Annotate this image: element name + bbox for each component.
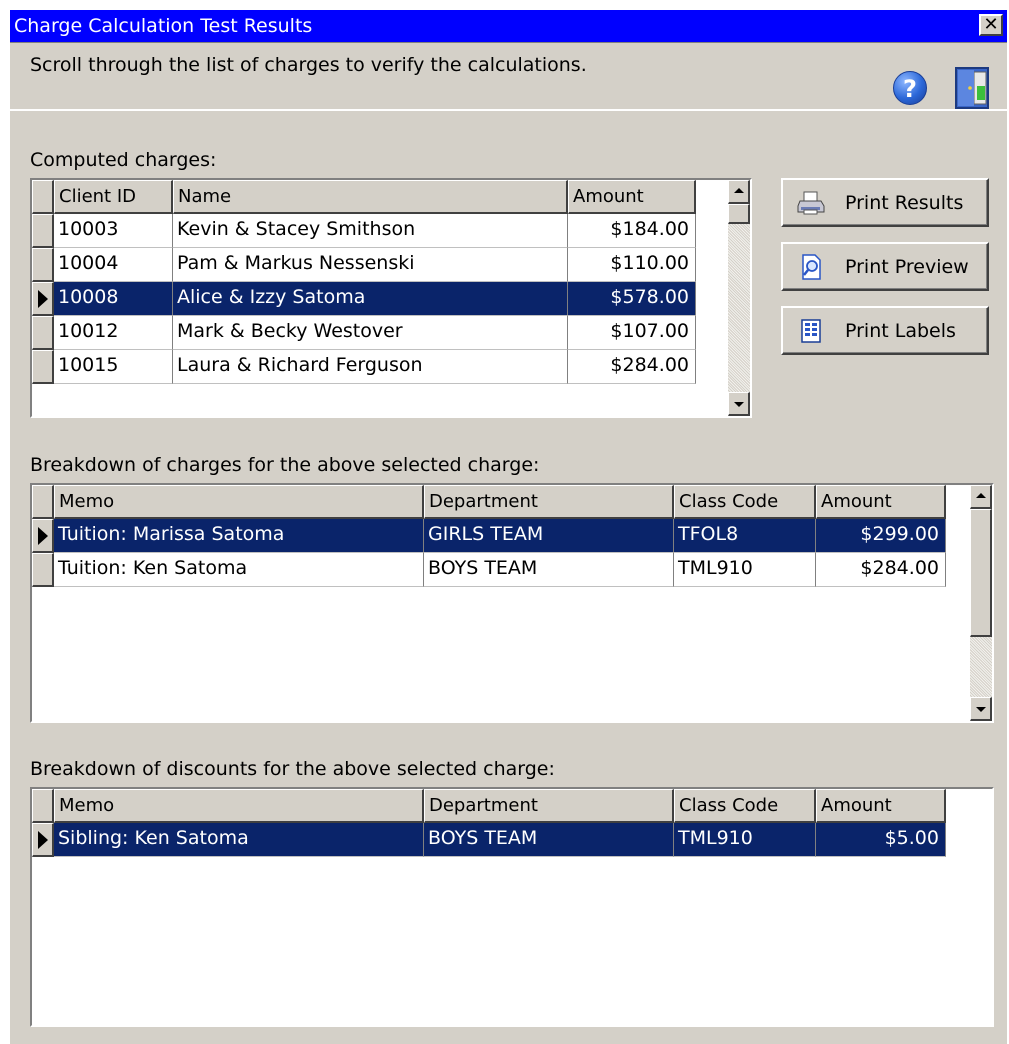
- current-row-arrow-icon: [38, 527, 48, 545]
- cell-client-id[interactable]: 10004: [54, 248, 173, 282]
- cell-class-code[interactable]: TML910: [674, 553, 816, 587]
- cell-amount[interactable]: $184.00: [568, 214, 696, 248]
- window-title: Charge Calculation Test Results: [14, 15, 313, 37]
- row-indicator-selected[interactable]: [32, 823, 54, 857]
- row-indicator[interactable]: [32, 316, 54, 350]
- row-indicator[interactable]: [32, 553, 54, 587]
- cell-amount[interactable]: $578.00: [568, 282, 696, 316]
- cell-class-code[interactable]: TML910: [674, 823, 816, 857]
- cell-department[interactable]: BOYS TEAM: [424, 823, 674, 857]
- magnifier-page-icon: [802, 254, 821, 280]
- column-header-memo[interactable]: Memo: [54, 789, 424, 823]
- print-results-label: Print Results: [845, 192, 964, 214]
- cell-name[interactable]: Mark & Becky Westover: [173, 316, 568, 350]
- row-indicator[interactable]: [32, 248, 54, 282]
- arrow-up-icon: [976, 493, 986, 498]
- cell-memo[interactable]: Tuition: Marissa Satoma: [54, 519, 424, 553]
- column-header-amount[interactable]: Amount: [568, 180, 696, 214]
- column-header-department[interactable]: Department: [424, 485, 674, 519]
- cell-memo[interactable]: Sibling: Ken Satoma: [54, 823, 424, 857]
- cell-name[interactable]: Alice & Izzy Satoma: [173, 282, 568, 316]
- column-header-memo[interactable]: Memo: [54, 485, 424, 519]
- cell-name[interactable]: Pam & Markus Nessenski: [173, 248, 568, 282]
- print-results-button[interactable]: Print Results: [781, 178, 989, 227]
- help-glyph: ?: [903, 75, 917, 103]
- cell-amount[interactable]: $107.00: [568, 316, 696, 350]
- cell-amount[interactable]: $110.00: [568, 248, 696, 282]
- cell-amount[interactable]: $5.00: [816, 823, 946, 857]
- row-indicator-header: [32, 789, 54, 823]
- charges-vertical-scrollbar[interactable]: [728, 180, 750, 416]
- cell-name[interactable]: Laura & Richard Ferguson: [173, 350, 568, 384]
- arrow-down-icon: [734, 402, 744, 407]
- scroll-down-button[interactable]: [970, 697, 992, 721]
- column-header-name[interactable]: Name: [173, 180, 568, 214]
- charge-results-window: Charge Calculation Test Results ✕ Scroll…: [10, 10, 1007, 1044]
- column-header-class-code[interactable]: Class Code: [674, 789, 816, 823]
- arrow-up-icon: [734, 188, 744, 193]
- row-indicator-selected[interactable]: [32, 519, 54, 553]
- charge-breakdown-vertical-scrollbar[interactable]: [970, 485, 992, 721]
- current-row-arrow-icon: [38, 831, 48, 849]
- close-button[interactable]: ✕: [979, 14, 1003, 36]
- row-indicator[interactable]: [32, 350, 54, 384]
- computed-charges-label: Computed charges:: [30, 149, 217, 171]
- row-indicator-header: [32, 180, 54, 214]
- scroll-down-button[interactable]: [728, 392, 750, 416]
- column-header-client-id[interactable]: Client ID: [54, 180, 173, 214]
- print-labels-button[interactable]: Print Labels: [781, 306, 989, 355]
- cell-amount[interactable]: $299.00: [816, 519, 946, 553]
- cell-department[interactable]: GIRLS TEAM: [424, 519, 674, 553]
- print-labels-label: Print Labels: [845, 320, 956, 342]
- row-indicator-selected[interactable]: [32, 282, 54, 316]
- row-indicator-header: [32, 485, 54, 519]
- title-bar: Charge Calculation Test Results ✕: [10, 10, 1007, 42]
- print-preview-button[interactable]: Print Preview: [781, 242, 989, 291]
- discount-breakdown-label: Breakdown of discounts for the above sel…: [30, 758, 555, 780]
- charge-breakdown-grid[interactable]: Memo Department Class Code Amount Tuitio…: [30, 483, 994, 723]
- cell-client-id[interactable]: 10015: [54, 350, 173, 384]
- close-icon: ✕: [983, 14, 999, 35]
- column-header-class-code[interactable]: Class Code: [674, 485, 816, 519]
- row-indicator[interactable]: [32, 214, 54, 248]
- cell-amount[interactable]: $284.00: [568, 350, 696, 384]
- printer-icon: [797, 191, 825, 215]
- help-icon[interactable]: ?: [893, 71, 927, 105]
- scroll-thumb[interactable]: [970, 509, 992, 637]
- print-preview-label: Print Preview: [845, 256, 969, 278]
- charge-breakdown-label: Breakdown of charges for the above selec…: [30, 454, 540, 476]
- labels-grid-icon: [801, 319, 821, 343]
- discount-breakdown-grid[interactable]: Memo Department Class Code Amount Siblin…: [30, 787, 994, 1027]
- instruction-text: Scroll through the list of charges to ve…: [30, 54, 587, 76]
- charges-grid[interactable]: Client ID Name Amount 10003 Kevin & Stac…: [30, 178, 752, 418]
- scroll-up-button[interactable]: [728, 180, 750, 204]
- column-header-amount[interactable]: Amount: [816, 789, 946, 823]
- column-header-amount[interactable]: Amount: [816, 485, 946, 519]
- cell-client-id[interactable]: 10012: [54, 316, 173, 350]
- cell-amount[interactable]: $284.00: [816, 553, 946, 587]
- cell-department[interactable]: BOYS TEAM: [424, 553, 674, 587]
- current-row-arrow-icon: [38, 290, 48, 308]
- scroll-up-button[interactable]: [970, 485, 992, 509]
- cell-client-id[interactable]: 10003: [54, 214, 173, 248]
- scroll-thumb[interactable]: [728, 204, 750, 224]
- cell-client-id[interactable]: 10008: [54, 282, 173, 316]
- instruction-banner: [10, 42, 1007, 111]
- cell-name[interactable]: Kevin & Stacey Smithson: [173, 214, 568, 248]
- cell-class-code[interactable]: TFOL8: [674, 519, 816, 553]
- column-header-department[interactable]: Department: [424, 789, 674, 823]
- exit-door-icon[interactable]: [950, 66, 994, 110]
- arrow-down-icon: [976, 707, 986, 712]
- cell-memo[interactable]: Tuition: Ken Satoma: [54, 553, 424, 587]
